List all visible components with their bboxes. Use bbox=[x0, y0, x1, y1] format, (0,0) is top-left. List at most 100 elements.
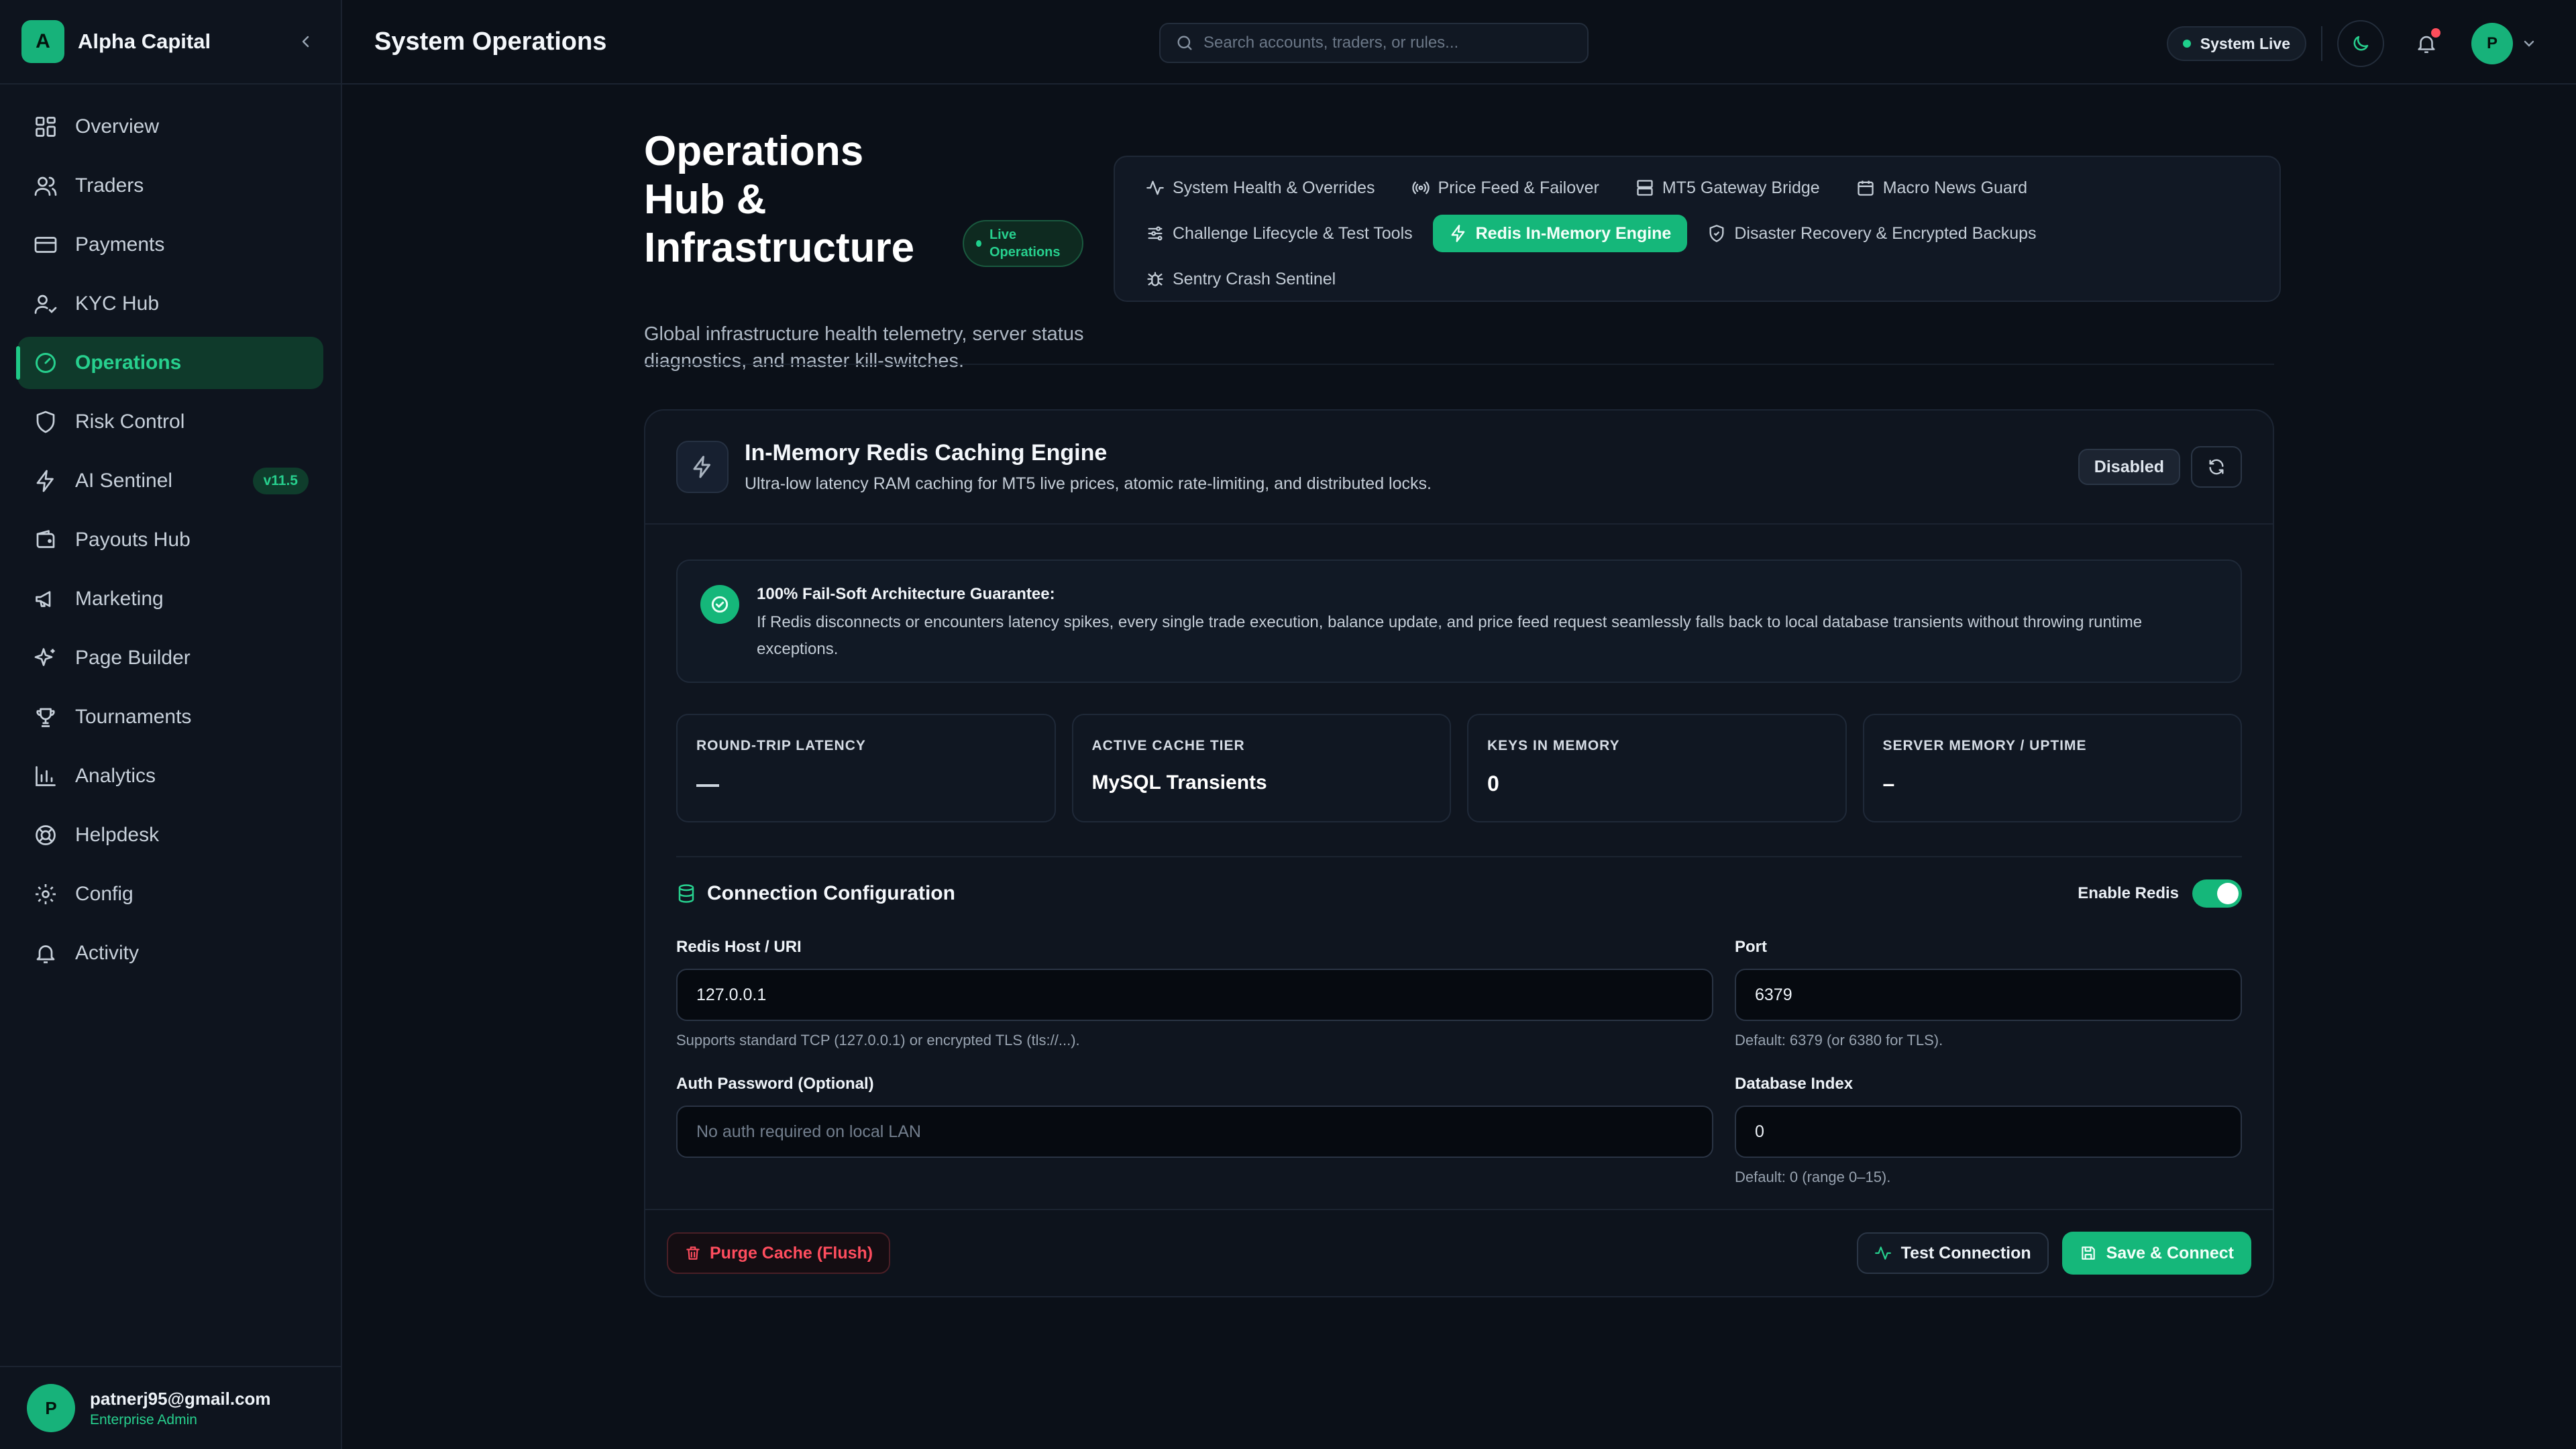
status-label: System Live bbox=[2200, 34, 2290, 52]
notice-title: 100% Fail-Soft Architecture Guarantee: bbox=[757, 585, 1055, 603]
tab-sentry-crash[interactable]: Sentry Crash Sentinel bbox=[1130, 260, 1352, 298]
port-input[interactable]: 6379 bbox=[1735, 969, 2242, 1021]
metric-value: MySQL Transients bbox=[1091, 771, 1267, 794]
sidebar-item-label: Page Builder bbox=[75, 647, 191, 669]
tab-system-health[interactable]: System Health & Overrides bbox=[1130, 169, 1391, 207]
users-icon bbox=[32, 172, 59, 199]
sidebar-item-kyc-hub[interactable]: KYC Hub bbox=[17, 278, 323, 330]
sidebar-item-config[interactable]: Config bbox=[17, 868, 323, 920]
sidebar-item-traders[interactable]: Traders bbox=[17, 160, 323, 212]
purge-cache-button[interactable]: Purge Cache (Flush) bbox=[667, 1232, 891, 1274]
tab-macro-news[interactable]: Macro News Guard bbox=[1840, 169, 2043, 207]
sidebar-item-activity[interactable]: Activity bbox=[17, 927, 323, 979]
sidebar-item-label: Tournaments bbox=[75, 706, 192, 728]
activity-icon bbox=[1146, 178, 1165, 197]
database-icon bbox=[678, 884, 694, 903]
sidebar-item-page-builder[interactable]: Page Builder bbox=[17, 632, 323, 684]
button-label: Save & Connect bbox=[2106, 1243, 2234, 1263]
refresh-button[interactable] bbox=[2191, 446, 2242, 488]
test-connection-button[interactable]: Test Connection bbox=[1856, 1232, 2049, 1274]
chevron-down-icon[interactable] bbox=[2521, 36, 2537, 52]
empty-value-dash bbox=[696, 784, 719, 787]
sidebar-item-marketing[interactable]: Marketing bbox=[17, 573, 323, 625]
field-help: Default: 0 (range 0–15). bbox=[1735, 1169, 1891, 1185]
user-check-icon bbox=[32, 290, 59, 317]
avatar[interactable]: P bbox=[2471, 23, 2513, 64]
search-input[interactable]: Search accounts, traders, or rules... bbox=[1159, 23, 1589, 63]
main-content: Operations Hub & Infrastructure Live Ope… bbox=[342, 85, 2576, 1449]
sidebar: A Alpha Capital Overview Traders Payment… bbox=[0, 0, 342, 1449]
tab-label: MT5 Gateway Bridge bbox=[1662, 178, 1820, 197]
sidebar-item-risk-control[interactable]: Risk Control bbox=[17, 396, 323, 448]
zap-icon bbox=[32, 468, 59, 494]
tab-price-feed[interactable]: Price Feed & Failover bbox=[1395, 169, 1615, 207]
user-profile-card[interactable]: P patnerj95@gmail.com Enterprise Admin bbox=[0, 1366, 341, 1449]
sidebar-item-operations[interactable]: Operations bbox=[16, 337, 323, 389]
sidebar-item-label: Helpdesk bbox=[75, 824, 160, 846]
redis-host-input[interactable]: 127.0.0.1 bbox=[676, 969, 1713, 1021]
engine-heading: In-Memory Redis Caching Engine Ultra-low… bbox=[745, 440, 2078, 494]
notice-text: 100% Fail-Soft Architecture Guarantee: I… bbox=[757, 585, 2218, 658]
sidebar-item-ai-sentinel[interactable]: AI Sentinel v11.5 bbox=[17, 455, 323, 507]
auth-password-field: Auth Password (Optional) No auth require… bbox=[676, 1075, 1713, 1158]
sliders-icon bbox=[1146, 224, 1165, 243]
field-help: Default: 6379 (or 6380 for TLS). bbox=[1735, 1032, 1943, 1049]
user-email: patnerj95@gmail.com bbox=[90, 1388, 271, 1409]
save-connect-button[interactable]: Save & Connect bbox=[2061, 1232, 2251, 1275]
tab-redis-engine[interactable]: Redis In-Memory Engine bbox=[1432, 215, 1688, 252]
port-field: Port 6379 Default: 6379 (or 6380 for TLS… bbox=[1735, 938, 2242, 1049]
footer-actions: Test Connection Save & Connect bbox=[1856, 1232, 2251, 1275]
activity-icon bbox=[1874, 1244, 1892, 1262]
brand-logo: A bbox=[21, 20, 64, 63]
tab-mt5-gateway[interactable]: MT5 Gateway Bridge bbox=[1619, 169, 1836, 207]
enable-redis-toggle[interactable] bbox=[2192, 879, 2242, 908]
tab-disaster-recovery[interactable]: Disaster Recovery & Encrypted Backups bbox=[1691, 215, 2052, 252]
radio-icon bbox=[1411, 178, 1430, 197]
theme-toggle-button[interactable] bbox=[2337, 20, 2384, 67]
section-title: Connection Configuration bbox=[707, 882, 955, 904]
sidebar-item-payouts-hub[interactable]: Payouts Hub bbox=[17, 514, 323, 566]
badge-label: Live Operations bbox=[989, 227, 1061, 260]
operations-tabs: System Health & Overrides Price Feed & F… bbox=[1114, 156, 2281, 302]
tab-label: Disaster Recovery & Encrypted Backups bbox=[1734, 223, 2037, 243]
divider bbox=[2321, 26, 2322, 61]
search-icon bbox=[1175, 34, 1194, 52]
wallet-icon bbox=[32, 527, 59, 553]
database-index-input[interactable]: 0 bbox=[1735, 1106, 2242, 1158]
sidebar-item-label: Payments bbox=[75, 233, 165, 256]
tab-challenge-lifecycle[interactable]: Challenge Lifecycle & Test Tools bbox=[1130, 215, 1429, 252]
shield-icon bbox=[32, 409, 59, 435]
sidebar-item-analytics[interactable]: Analytics bbox=[17, 750, 323, 802]
sidebar-item-tournaments[interactable]: Tournaments bbox=[17, 691, 323, 743]
brand-name: Alpha Capital bbox=[78, 30, 211, 53]
app-shell: A Alpha Capital Overview Traders Payment… bbox=[0, 0, 2576, 1449]
metric-cache-tier: ACTIVE CACHE TIER MySQL Transients bbox=[1071, 714, 1451, 822]
top-header: System Operations Search accounts, trade… bbox=[342, 0, 2576, 85]
auth-password-input[interactable]: No auth required on local LAN bbox=[676, 1106, 1713, 1158]
lifebuoy-icon bbox=[32, 822, 59, 849]
collapse-sidebar-button[interactable] bbox=[292, 28, 319, 55]
card-footer: Purge Cache (Flush) Test Connection Save… bbox=[645, 1209, 2273, 1296]
tab-label: System Health & Overrides bbox=[1173, 178, 1375, 197]
engine-subtitle: Ultra-low latency RAM caching for MT5 li… bbox=[745, 474, 1432, 493]
sidebar-item-label: AI Sentinel bbox=[75, 470, 173, 492]
engine-status-badge: Disabled bbox=[2078, 449, 2180, 485]
user-meta: patnerj95@gmail.com Enterprise Admin bbox=[90, 1389, 271, 1428]
trash-icon bbox=[684, 1244, 702, 1262]
field-label: Port bbox=[1735, 938, 1767, 956]
sidebar-item-overview[interactable]: Overview bbox=[17, 101, 323, 153]
gauge-icon bbox=[32, 350, 59, 376]
notifications-button[interactable] bbox=[2403, 20, 2450, 67]
refresh-icon bbox=[2209, 459, 2224, 475]
sidebar-item-label: Payouts Hub bbox=[75, 529, 191, 551]
sidebar-item-label: KYC Hub bbox=[75, 292, 160, 315]
sidebar-item-label: Operations bbox=[75, 352, 182, 374]
sidebar-item-label: Risk Control bbox=[75, 411, 185, 433]
sidebar-item-helpdesk[interactable]: Helpdesk bbox=[17, 809, 323, 861]
metric-latency: ROUND-TRIP LATENCY bbox=[676, 714, 1056, 822]
sidebar-item-payments[interactable]: Payments bbox=[17, 219, 323, 271]
divider bbox=[644, 364, 2274, 365]
bug-icon bbox=[1146, 270, 1165, 288]
card-header: In-Memory Redis Caching Engine Ultra-low… bbox=[645, 411, 2273, 525]
page-title: System Operations bbox=[374, 27, 607, 56]
